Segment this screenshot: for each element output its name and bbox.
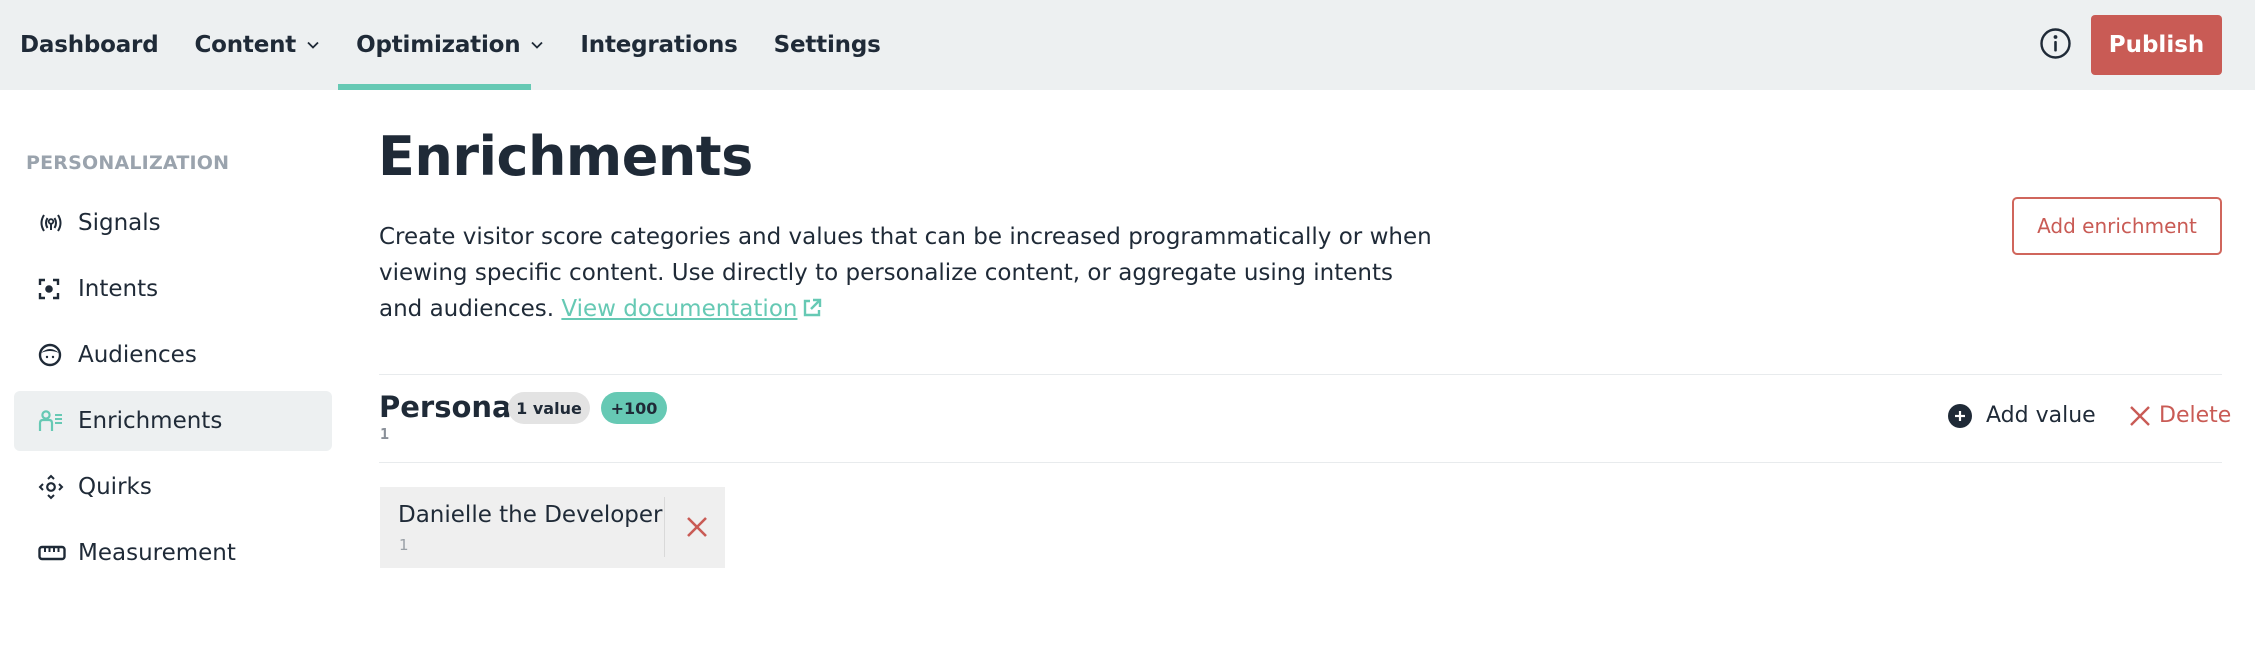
delete-enrichment-button[interactable]: Delete (2129, 403, 2231, 428)
sidebar-item-audiences[interactable]: Audiences (14, 325, 332, 385)
main-nav: Dashboard Content Optimization Integrati… (0, 0, 899, 90)
nav-settings-label: Settings (773, 32, 881, 58)
nav-content[interactable]: Content (176, 0, 338, 90)
score-badge: +100 (601, 392, 667, 424)
nav-dashboard-label: Dashboard (20, 32, 159, 58)
plus-circle-icon (1948, 403, 1972, 428)
sidebar-item-signals[interactable]: Signals (14, 193, 332, 253)
add-value-button[interactable]: Add value (1948, 403, 2096, 428)
value-name: Danielle the Developer (398, 502, 663, 528)
sidebar-item-measurement[interactable]: Measurement (14, 523, 332, 583)
remove-value-button[interactable] (677, 507, 717, 547)
view-documentation-link[interactable]: View documentation (561, 296, 797, 322)
nav-optimization-label: Optimization (356, 32, 521, 58)
signal-broadcast-icon (38, 210, 68, 236)
ruler-icon (38, 540, 68, 566)
enrichment-name: Persona (379, 390, 512, 424)
nav-integrations[interactable]: Integrations (562, 0, 755, 90)
page-title: Enrichments (378, 125, 753, 188)
delete-label: Delete (2159, 403, 2232, 428)
nav-content-label: Content (194, 32, 297, 58)
info-icon[interactable] (2039, 27, 2072, 60)
chevron-down-icon (531, 41, 544, 49)
sidebar-item-label: Enrichments (78, 408, 223, 434)
add-enrichment-button[interactable]: Add enrichment (2012, 197, 2222, 255)
enrichment-sub: 1 (380, 425, 390, 443)
face-icon (38, 342, 68, 368)
publish-button[interactable]: Publish (2091, 15, 2222, 75)
nav-optimization[interactable]: Optimization (338, 0, 562, 90)
value-card-separator (664, 497, 665, 557)
sidebar-item-label: Intents (78, 276, 159, 302)
sidebar-section-heading: PERSONALIZATION (26, 152, 230, 174)
sidebar-item-quirks[interactable]: Quirks (14, 457, 332, 517)
external-link-icon (804, 298, 822, 317)
top-navigation-bar: Dashboard Content Optimization Integrati… (0, 0, 2255, 90)
divider (379, 374, 2222, 375)
chevron-down-icon (307, 41, 319, 49)
sidebar-item-label: Quirks (78, 474, 152, 500)
view-documentation-label: View documentation (561, 296, 798, 322)
value-sub: 1 (399, 536, 409, 554)
close-icon (2130, 405, 2150, 426)
sidebar-item-intents[interactable]: Intents (14, 259, 332, 319)
nav-dashboard[interactable]: Dashboard (0, 0, 176, 90)
description-text: Create visitor score categories and valu… (379, 224, 1432, 322)
nav-settings[interactable]: Settings (756, 0, 899, 90)
focus-target-icon (38, 276, 68, 302)
add-value-label: Add value (1986, 403, 2096, 428)
user-list-icon (38, 408, 68, 434)
sidebar-item-label: Audiences (78, 342, 197, 368)
enrichment-value-card: Danielle the Developer 1 (380, 487, 725, 568)
page-description: Create visitor score categories and valu… (379, 219, 1439, 327)
close-icon (687, 517, 707, 537)
sidebar-item-enrichments[interactable]: Enrichments (14, 391, 332, 451)
divider (379, 462, 2222, 463)
value-count-badge: 1 value (508, 392, 590, 424)
sidebar-item-label: Signals (78, 210, 161, 236)
move-arrows-icon (38, 474, 68, 500)
active-tab-indicator (338, 84, 531, 90)
nav-integrations-label: Integrations (580, 32, 738, 58)
sidebar-item-label: Measurement (78, 540, 236, 566)
